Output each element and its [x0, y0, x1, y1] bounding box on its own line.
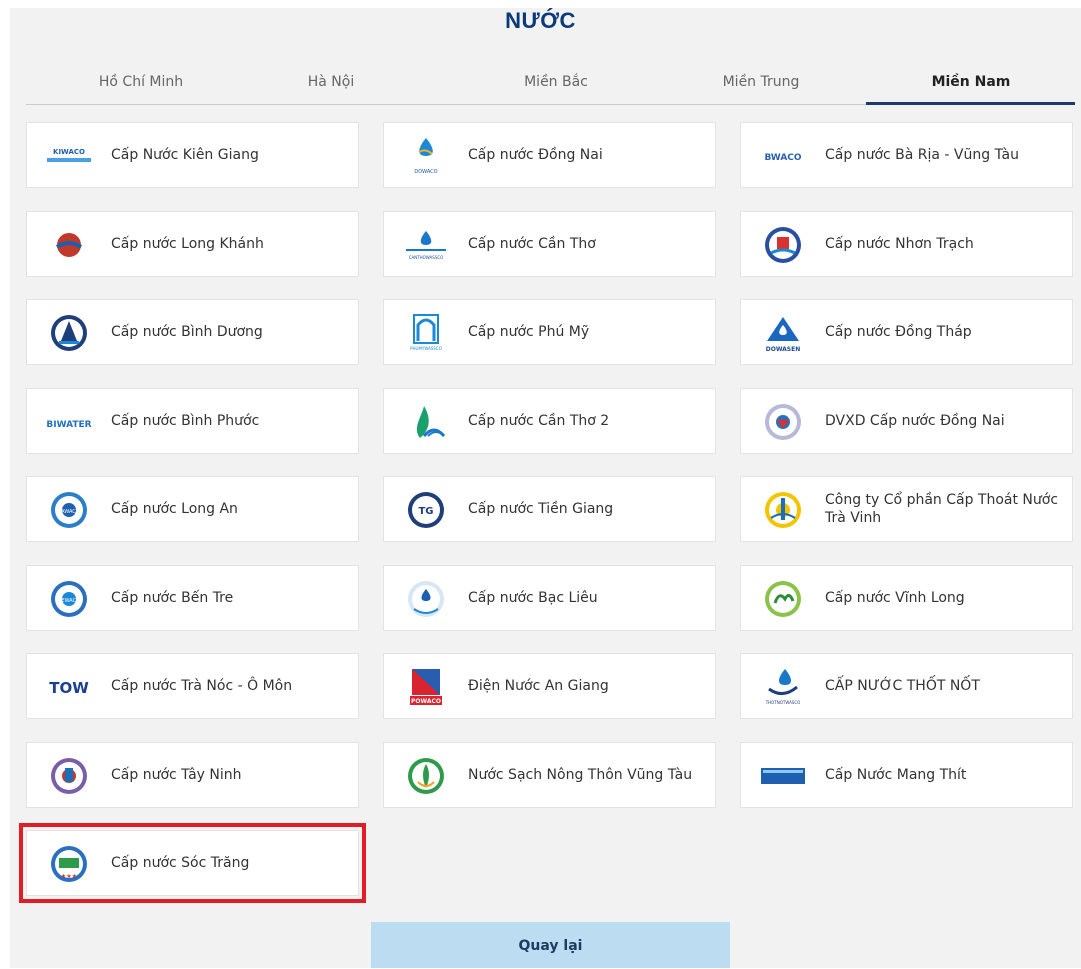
region-tabs: Hồ Chí Minh Hà Nội Miền Bắc Miền Trung M…	[26, 64, 1075, 105]
svg-text:CANTHOWASSCO: CANTHOWASSCO	[409, 255, 444, 260]
long-khanh-logo-icon	[41, 225, 97, 265]
tiwaco-logo-icon: TG	[398, 490, 454, 530]
provider-card[interactable]: DOWASEN Cấp nước Đồng Tháp	[740, 299, 1073, 365]
provider-label: Cấp nước Nhơn Trạch	[825, 236, 974, 252]
svg-text:POWACO: POWACO	[411, 698, 441, 705]
provider-label: Cấp nước Bến Tre	[111, 590, 234, 606]
can-tho-2-logo-icon	[398, 402, 454, 442]
dowaco-logo-icon: DOWACO	[398, 136, 454, 176]
provider-label: Cấp nước Bình Phước	[111, 413, 260, 429]
provider-label: Cấp nước Tây Ninh	[111, 767, 242, 783]
biwater-logo-icon: BIWATER	[41, 402, 97, 442]
svg-text:★★★: ★★★	[61, 873, 77, 880]
provider-label: Cấp nước Sóc Trăng	[111, 855, 250, 871]
provider-card[interactable]: BEWACO Cấp nước Bến Tre	[26, 565, 359, 631]
provider-label: Cấp nước Long An	[111, 501, 238, 517]
binh-duong-logo-icon	[41, 313, 97, 353]
back-button[interactable]: Quay lại	[371, 922, 730, 968]
svg-text:DOWACO: DOWACO	[414, 169, 437, 175]
tra-vinh-logo-icon	[755, 490, 811, 530]
provider-card[interactable]: BWACO Cấp nước Bà Rịa - Vũng Tàu	[740, 122, 1073, 188]
svg-text:LAWACO: LAWACO	[58, 509, 80, 515]
provider-card[interactable]: Nước Sạch Nông Thôn Vũng Tàu	[383, 742, 716, 808]
long-an-logo-icon: LAWACO	[41, 490, 97, 530]
provider-card[interactable]: Cấp nước Cần Thơ 2	[383, 388, 716, 454]
provider-label: Cấp nước Cần Thơ	[468, 236, 596, 252]
provider-label: Cấp nước Long Khánh	[111, 236, 264, 252]
tab-mien-trung[interactable]: Miền Trung	[686, 74, 836, 90]
svg-text:THOTNOTWASCO: THOTNOTWASCO	[765, 700, 801, 705]
nhon-trach-logo-icon	[755, 225, 811, 265]
page-title: NƯỚC	[505, 8, 576, 33]
provider-label: Cấp nước Trà Nóc - Ô Môn	[111, 678, 293, 694]
svg-text:BWACO: BWACO	[764, 153, 801, 163]
provider-label: Cấp nước Đồng Tháp	[825, 324, 972, 340]
provider-card[interactable]: Cấp nước Bạc Liêu	[383, 565, 716, 631]
provider-card[interactable]: Cấp nước Tây Ninh	[26, 742, 359, 808]
provider-label: Cấp nước Bạc Liêu	[468, 590, 598, 606]
tay-ninh-logo-icon	[41, 756, 97, 796]
provider-label: Cấp Nước Kiên Giang	[111, 147, 259, 163]
provider-card[interactable]: DOWACO Cấp nước Đồng Nai	[383, 122, 716, 188]
vinh-long-logo-icon	[755, 579, 811, 619]
provider-label: Nước Sạch Nông Thôn Vũng Tàu	[468, 767, 693, 783]
tab-ho-chi-minh[interactable]: Hồ Chí Minh	[66, 74, 216, 90]
provider-label: Công ty Cổ phần Cấp Thoát Nước Trà Vinh	[825, 492, 1059, 526]
provider-label: Cấp nước Cần Thơ 2	[468, 413, 610, 429]
bwaco-logo-icon: BWACO	[755, 136, 811, 176]
provider-label: Cấp nước Vĩnh Long	[825, 590, 965, 606]
bewaco-logo-icon: BEWACO	[41, 579, 97, 619]
provider-label: CẤP NƯỚC THỐT NỐT	[825, 678, 980, 694]
provider-label: Điện Nước An Giang	[468, 678, 609, 694]
provider-card[interactable]: THOTNOTWASCO CẤP NƯỚC THỐT NỐT	[740, 653, 1073, 719]
provider-card[interactable]: KIWACO Cấp Nước Kiên Giang	[26, 122, 359, 188]
nuoc-sach-vung-tau-logo-icon	[398, 756, 454, 796]
provider-card[interactable]: TOW Cấp nước Trà Nóc - Ô Môn	[26, 653, 359, 719]
provider-card[interactable]: TG Cấp nước Tiền Giang	[383, 476, 716, 542]
svg-text:PHUMYWASSCO: PHUMYWASSCO	[410, 346, 442, 351]
dowasen-logo-icon: DOWASEN	[755, 313, 811, 353]
phu-my-logo-icon: PHUMYWASSCO	[398, 313, 454, 353]
svg-text:KIWACO: KIWACO	[53, 148, 85, 156]
tow-logo-icon: TOW	[41, 667, 97, 707]
provider-label: Cấp nước Phú Mỹ	[468, 324, 590, 340]
provider-card[interactable]: POWACO Điện Nước An Giang	[383, 653, 716, 719]
active-tab-indicator	[866, 102, 1075, 105]
tab-mien-bac[interactable]: Miền Bắc	[481, 74, 631, 90]
provider-card[interactable]: LAWACO Cấp nước Long An	[26, 476, 359, 542]
svg-text:TOW: TOW	[49, 679, 89, 697]
provider-card[interactable]: ★★★ Cấp nước Sóc Trăng	[19, 823, 366, 903]
provider-card[interactable]: Cấp nước Vĩnh Long	[740, 565, 1073, 631]
provider-label: Cấp nước Bình Dương	[111, 324, 263, 340]
svg-text:BEWACO: BEWACO	[58, 598, 80, 604]
provider-card[interactable]: Cấp Nước Mang Thít	[740, 742, 1073, 808]
provider-label: Cấp nước Bà Rịa - Vũng Tàu	[825, 147, 1019, 163]
provider-card[interactable]: Cấp nước Bình Dương	[26, 299, 359, 365]
svg-text:BIWATER: BIWATER	[46, 420, 91, 430]
provider-label: Cấp Nước Mang Thít	[825, 767, 967, 783]
provider-card[interactable]: DVXD Cấp nước Đồng Nai	[740, 388, 1073, 454]
provider-card[interactable]: BIWATER Cấp nước Bình Phước	[26, 388, 359, 454]
provider-label: DVXD Cấp nước Đồng Nai	[825, 413, 1005, 429]
bac-lieu-logo-icon	[398, 579, 454, 619]
provider-card[interactable]: CANTHOWASSCO Cấp nước Cần Thơ	[383, 211, 716, 277]
provider-card[interactable]: Cấp nước Long Khánh	[26, 211, 359, 277]
tab-mien-nam[interactable]: Miền Nam	[896, 74, 1046, 90]
provider-label: Cấp nước Đồng Nai	[468, 147, 603, 163]
provider-card[interactable]: Công ty Cổ phần Cấp Thoát Nước Trà Vinh	[740, 476, 1073, 542]
powaco-logo-icon: POWACO	[398, 667, 454, 707]
can-tho-logo-icon: CANTHOWASSCO	[398, 225, 454, 265]
svg-text:TG: TG	[418, 506, 433, 517]
thot-not-logo-icon: THOTNOTWASCO	[755, 667, 811, 707]
svg-text:DOWASEN: DOWASEN	[766, 346, 801, 353]
provider-card[interactable]: PHUMYWASSCO Cấp nước Phú Mỹ	[383, 299, 716, 365]
soc-trang-logo-icon: ★★★	[41, 844, 97, 884]
tab-ha-noi[interactable]: Hà Nội	[256, 74, 406, 90]
dvxd-dong-nai-logo-icon	[755, 402, 811, 442]
mang-thit-logo-icon	[755, 756, 811, 796]
provider-label: Cấp nước Tiền Giang	[468, 501, 614, 517]
provider-card[interactable]: Cấp nước Nhơn Trạch	[740, 211, 1073, 277]
kiwaco-logo-icon: KIWACO	[41, 136, 97, 176]
